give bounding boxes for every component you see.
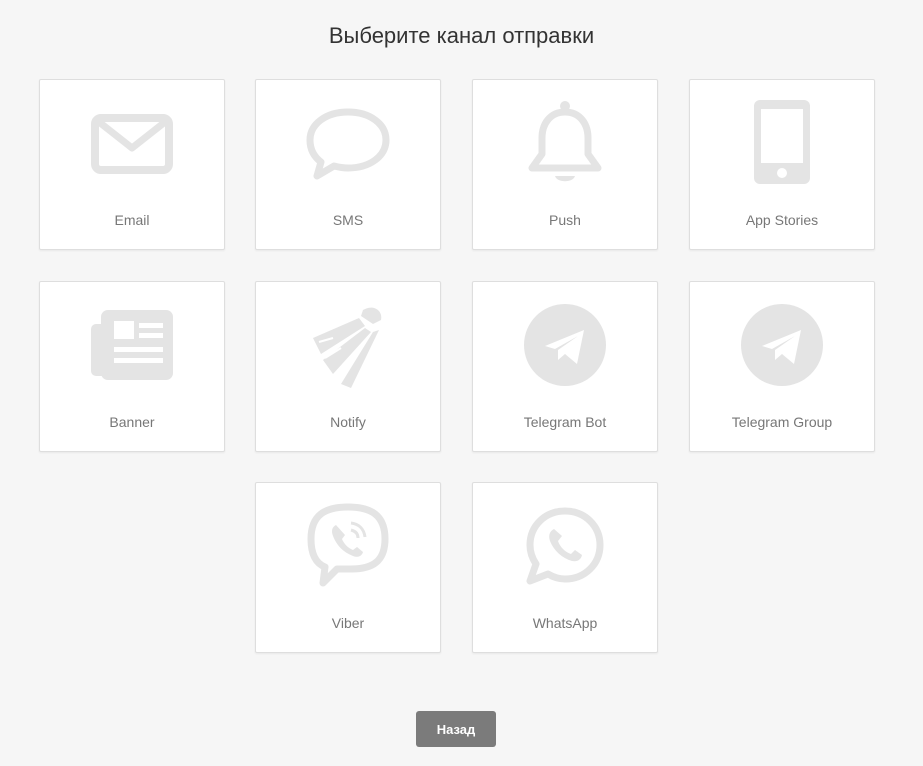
bell-icon — [520, 100, 610, 188]
newspaper-icon — [87, 302, 177, 390]
channel-label: WhatsApp — [532, 615, 598, 631]
channel-card-app-stories[interactable]: App Stories — [689, 79, 875, 250]
channel-label: Email — [114, 212, 150, 228]
telegram-icon — [737, 302, 827, 390]
channel-label: Telegram Group — [731, 414, 833, 430]
page-title: Выберите канал отправки — [328, 23, 595, 48]
whatsapp-icon — [520, 503, 610, 591]
channel-select-page: Выберите канал отправки Email SMS Push A… — [0, 0, 923, 766]
channel-label: Telegram Bot — [523, 414, 607, 430]
channel-card-banner[interactable]: Banner — [39, 281, 225, 452]
speech-bubble-icon — [303, 100, 393, 188]
channel-label: App Stories — [745, 212, 819, 228]
channel-label: Push — [549, 212, 581, 228]
back-button[interactable]: Назад — [416, 711, 496, 747]
channel-card-telegram-group[interactable]: Telegram Group — [689, 281, 875, 452]
shuttlecock-icon — [303, 302, 393, 390]
channel-card-notify[interactable]: Notify — [255, 281, 441, 452]
channel-card-email[interactable]: Email — [39, 79, 225, 250]
channel-label: SMS — [332, 212, 364, 228]
envelope-icon — [87, 100, 177, 188]
channel-label: Banner — [109, 414, 155, 430]
channel-card-push[interactable]: Push — [472, 79, 658, 250]
telegram-icon — [520, 302, 610, 390]
channel-card-telegram-bot[interactable]: Telegram Bot — [472, 281, 658, 452]
viber-icon — [303, 503, 393, 591]
channel-card-whatsapp[interactable]: WhatsApp — [472, 482, 658, 653]
channel-card-sms[interactable]: SMS — [255, 79, 441, 250]
channel-label: Notify — [330, 414, 366, 430]
mobile-phone-icon — [737, 100, 827, 188]
channel-card-viber[interactable]: Viber — [255, 482, 441, 653]
channel-label: Viber — [331, 615, 365, 631]
